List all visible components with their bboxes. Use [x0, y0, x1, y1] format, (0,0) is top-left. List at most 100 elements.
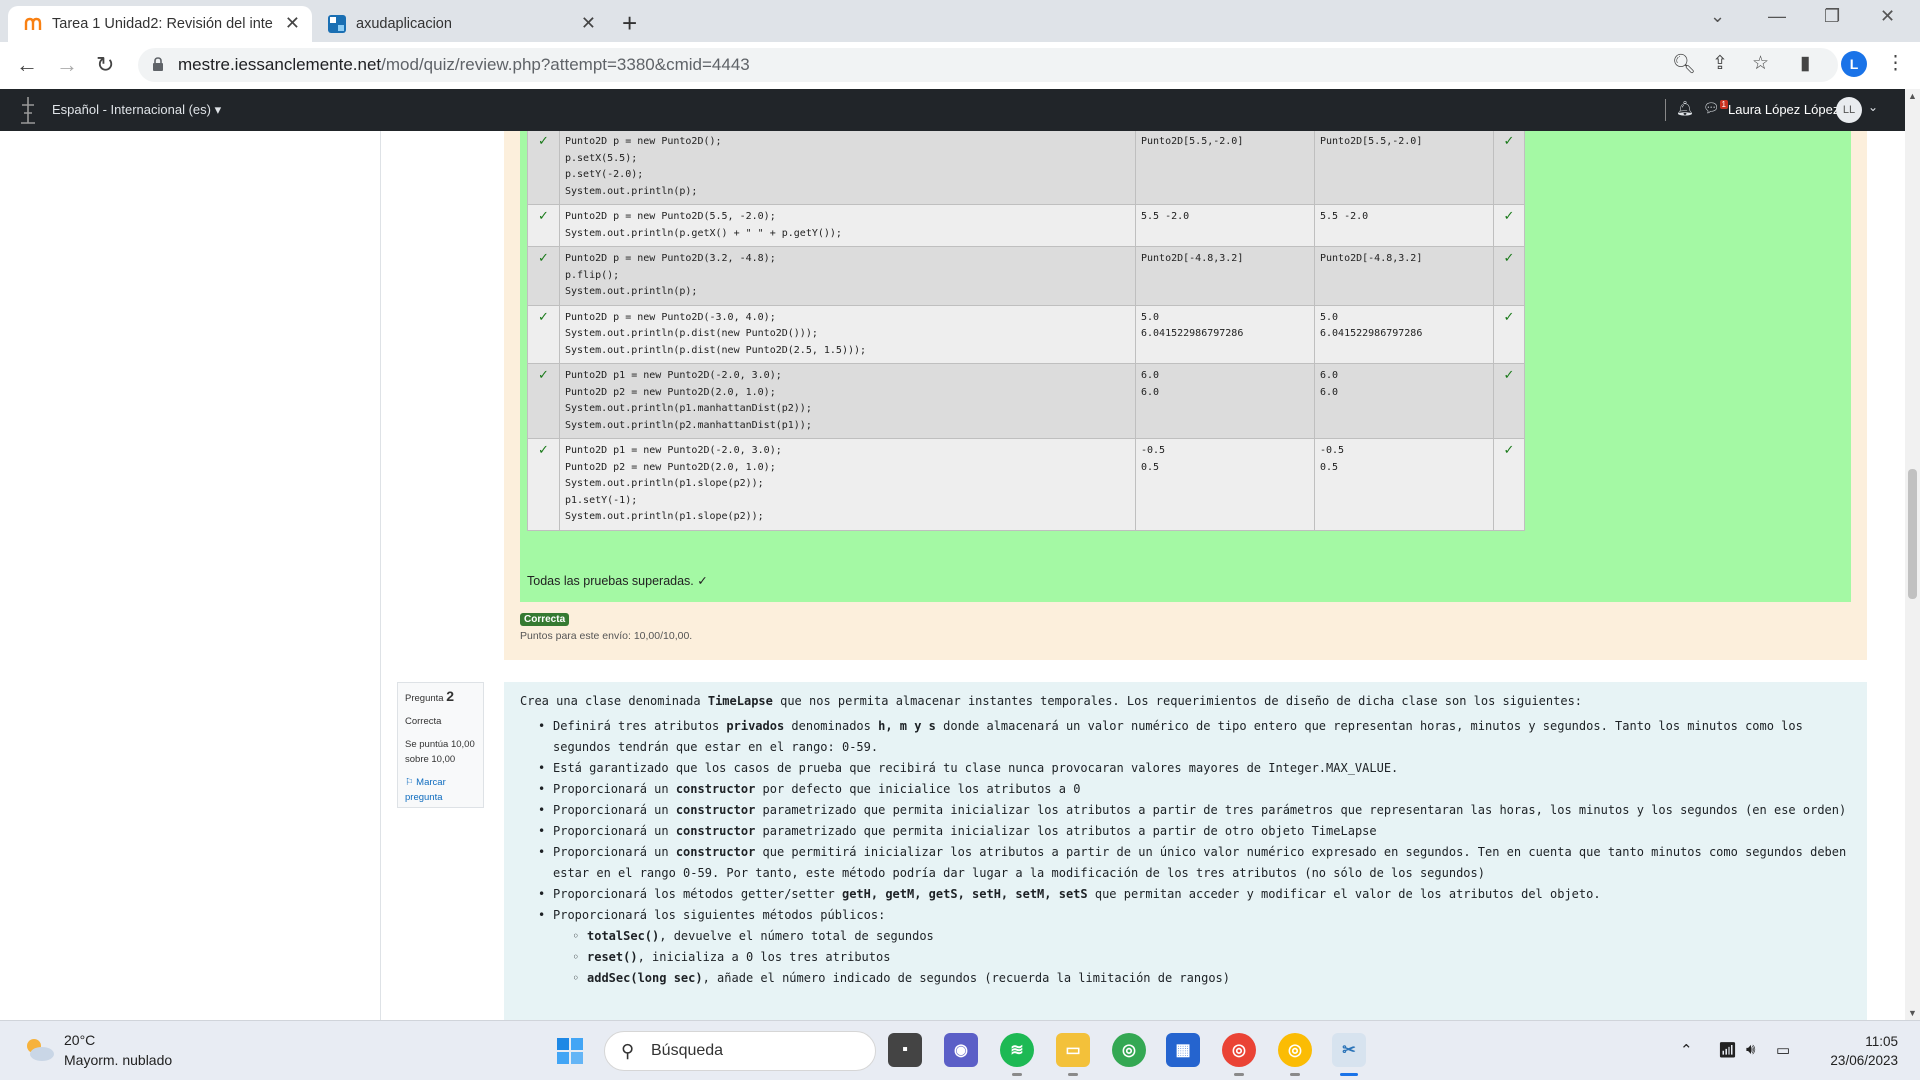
close-tab-icon[interactable]: ✕: [285, 13, 300, 34]
restore-icon[interactable]: ❐: [1824, 6, 1840, 27]
reload-icon[interactable]: ↻: [96, 52, 114, 78]
user-menu-chevron-icon[interactable]: ⌄: [1868, 100, 1878, 114]
list-item-text: parametrizado que permita inicializar lo…: [755, 803, 1847, 817]
table-row: ✓ Punto2D p = new Punto2D(3.2, -4.8); p.f…: [527, 246, 1525, 306]
navbar-divider: [1665, 99, 1666, 121]
scrollbar-thumb[interactable]: [1908, 469, 1917, 599]
address-bar-row: ← → ↻ mestre.iessanclemente.net/mod/quiz…: [0, 42, 1920, 88]
close-tab-icon[interactable]: ✕: [581, 13, 596, 34]
battery-icon[interactable]: ▭: [1776, 1041, 1790, 1059]
search-placeholder: Búsqueda: [651, 1042, 724, 1059]
browser-profile-avatar[interactable]: L: [1841, 51, 1867, 77]
teams-chat-icon[interactable]: ◉: [944, 1033, 978, 1067]
test-results-table: ✓ Punto2D p = new Punto2D(); p.setX(5.5);…: [527, 131, 1525, 531]
list-item-keyword: privados: [726, 719, 785, 733]
bookmark-star-icon[interactable]: ☆: [1752, 52, 1769, 75]
intro-text: Crea una clase denominada: [520, 694, 708, 708]
user-menu-name[interactable]: Laura López López: [1728, 102, 1839, 117]
list-item: Definirá tres atributos privados denomin…: [520, 716, 1850, 758]
task-view-icon[interactable]: ▪: [888, 1033, 922, 1067]
tab-quiz-review[interactable]: Tarea 1 Unidad2: Revisión del inte ✕: [8, 6, 312, 42]
windows-start-icon[interactable]: [556, 1037, 584, 1065]
pass-check-icon: ✓: [1493, 246, 1525, 306]
moodle-navbar: Español - Internacional (es) ▾ 🔔︎ 💬︎ 1 La…: [0, 89, 1905, 131]
question2-text: Crea una clase denominada TimeLapse que …: [504, 682, 1867, 1020]
volume-icon[interactable]: 🔊︎: [1746, 1041, 1755, 1058]
list-item: Proporcionará un constructor que permiti…: [520, 842, 1850, 884]
tab-axudaplicacion[interactable]: axudaplicacion ✕: [312, 6, 608, 42]
list-item: Proporcionará los siguientes métodos púb…: [520, 905, 1850, 926]
forward-icon[interactable]: →: [56, 52, 78, 78]
test-code-cell: Punto2D p = new Punto2D(-3.0, 4.0); Syst…: [559, 304, 1136, 364]
list-item-text: parametrizado que permita inicializar lo…: [755, 824, 1377, 838]
wifi-icon[interactable]: 📶︎: [1718, 1041, 1737, 1059]
new-tab-icon[interactable]: +: [622, 8, 637, 39]
app-running-indicator: [1290, 1073, 1300, 1076]
expected-output-cell: 5.0 6.041522986797286: [1135, 304, 1315, 364]
pass-check-icon: ✓: [1493, 438, 1525, 531]
list-item-text: Proporcionará los siguientes métodos púb…: [553, 908, 886, 922]
list-item-keyword: reset(): [587, 950, 638, 964]
question2-intro: Crea una clase denominada TimeLapse que …: [520, 694, 1582, 708]
side-panel-icon[interactable]: ▮: [1800, 52, 1810, 75]
list-item-text: por defecto que inicialice los atributos…: [755, 782, 1081, 796]
active-app-indicator: [1340, 1073, 1358, 1076]
list-item-text: Proporcionará un: [553, 824, 676, 838]
snipping-tool-icon[interactable]: ✂: [1332, 1033, 1366, 1067]
list-item-keyword: constructor: [675, 803, 756, 817]
question-number: Pregunta 2: [405, 689, 476, 706]
windows-taskbar: 20°C Mayorm. nublado ⚲ Búsqueda ▪ ◉ ≋ ▭ …: [0, 1020, 1920, 1080]
notifications-bell-icon[interactable]: 🔔︎: [1676, 100, 1694, 117]
tab-search-chevron-icon[interactable]: ⌄: [1710, 6, 1725, 27]
list-item-keyword: constructor: [675, 824, 756, 838]
user-avatar[interactable]: LL: [1836, 97, 1862, 123]
browser-menu-icon[interactable]: ⋮: [1886, 52, 1905, 75]
share-icon[interactable]: ⇪: [1712, 52, 1728, 75]
tray-overflow-chevron-icon[interactable]: ⌃: [1680, 1041, 1693, 1059]
scroll-down-icon[interactable]: ▼: [1908, 1008, 1917, 1018]
table-row: ✓ Punto2D p = new Punto2D(-3.0, 4.0); Sys…: [527, 304, 1525, 364]
back-icon[interactable]: ←: [16, 52, 38, 78]
close-window-icon[interactable]: ✕: [1880, 6, 1895, 27]
all-tests-passed-message: Todas las pruebas superadas. ✓: [527, 574, 708, 588]
pass-check-icon: ✓: [527, 438, 560, 531]
weather-cloudy-icon[interactable]: [22, 1035, 56, 1063]
site-logo-icon[interactable]: [16, 95, 40, 125]
test-code-cell: Punto2D p = new Punto2D(3.2, -4.8); p.fl…: [559, 246, 1136, 306]
spotify-icon[interactable]: ≋: [1000, 1033, 1034, 1067]
taskbar-clock[interactable]: 11:05 23/06/2023: [1818, 1032, 1898, 1070]
messages-count-badge: 1: [1719, 100, 1728, 109]
table-row: ✓ Punto2D p1 = new Punto2D(-2.0, 3.0); Pu…: [527, 438, 1525, 531]
messages-icon[interactable]: 💬︎ 1: [1703, 100, 1728, 116]
question2-info-block: Pregunta 2 Correcta Se puntúa 10,00 sobr…: [397, 682, 484, 808]
pass-check-icon: ✓: [1493, 363, 1525, 439]
page-scrollbar[interactable]: ▲ ▼: [1905, 89, 1920, 1020]
chrome-profile-2-icon[interactable]: ◎: [1278, 1033, 1312, 1067]
scroll-up-icon[interactable]: ▲: [1908, 91, 1917, 101]
list-item-keyword: constructor: [675, 845, 756, 859]
test-code-cell: Punto2D p1 = new Punto2D(-2.0, 3.0); Pun…: [559, 363, 1136, 439]
quiz-review-page: ✓ Punto2D p = new Punto2D(); p.setX(5.5);…: [0, 131, 1905, 1020]
list-item-text: , inicializa a 0 los tres atributos: [637, 950, 891, 964]
list-item: totalSec(), devuelve el número total de …: [520, 926, 1850, 947]
file-explorer-icon[interactable]: ▭: [1056, 1033, 1090, 1067]
chrome-icon[interactable]: ◎: [1112, 1033, 1146, 1067]
url-path: /mod/quiz/review.php?attempt=3380&cmid=4…: [381, 55, 750, 74]
url-field[interactable]: mestre.iessanclemente.net/mod/quiz/revie…: [138, 48, 1838, 82]
language-menu[interactable]: Español - Internacional (es) ▾: [52, 102, 221, 118]
actual-output-cell: Punto2D[5.5,-2.0]: [1314, 131, 1494, 205]
chrome-profile-icon[interactable]: ◎: [1222, 1033, 1256, 1067]
taskbar-search-box[interactable]: ⚲ Búsqueda: [604, 1031, 876, 1071]
flag-question-link[interactable]: ⚐ Marcar pregunta: [405, 775, 476, 805]
expected-output-cell: -0.5 0.5: [1135, 438, 1315, 531]
list-item-text: , añade el número indicado de segundos (…: [702, 971, 1230, 985]
pass-check-icon: ✓: [527, 131, 560, 205]
list-item: addSec(long sec), añade el número indica…: [520, 968, 1850, 989]
flag-icon: ⚐: [405, 777, 414, 788]
actual-output-cell: Punto2D[-4.8,3.2]: [1314, 246, 1494, 306]
minimize-icon[interactable]: —: [1768, 6, 1786, 27]
table-row: ✓ Punto2D p = new Punto2D(5.5, -2.0); Sys…: [527, 204, 1525, 247]
question-status: Correcta: [405, 716, 442, 727]
zoom-icon[interactable]: 🔍︎: [1672, 52, 1696, 76]
store-icon[interactable]: ▦: [1166, 1033, 1200, 1067]
